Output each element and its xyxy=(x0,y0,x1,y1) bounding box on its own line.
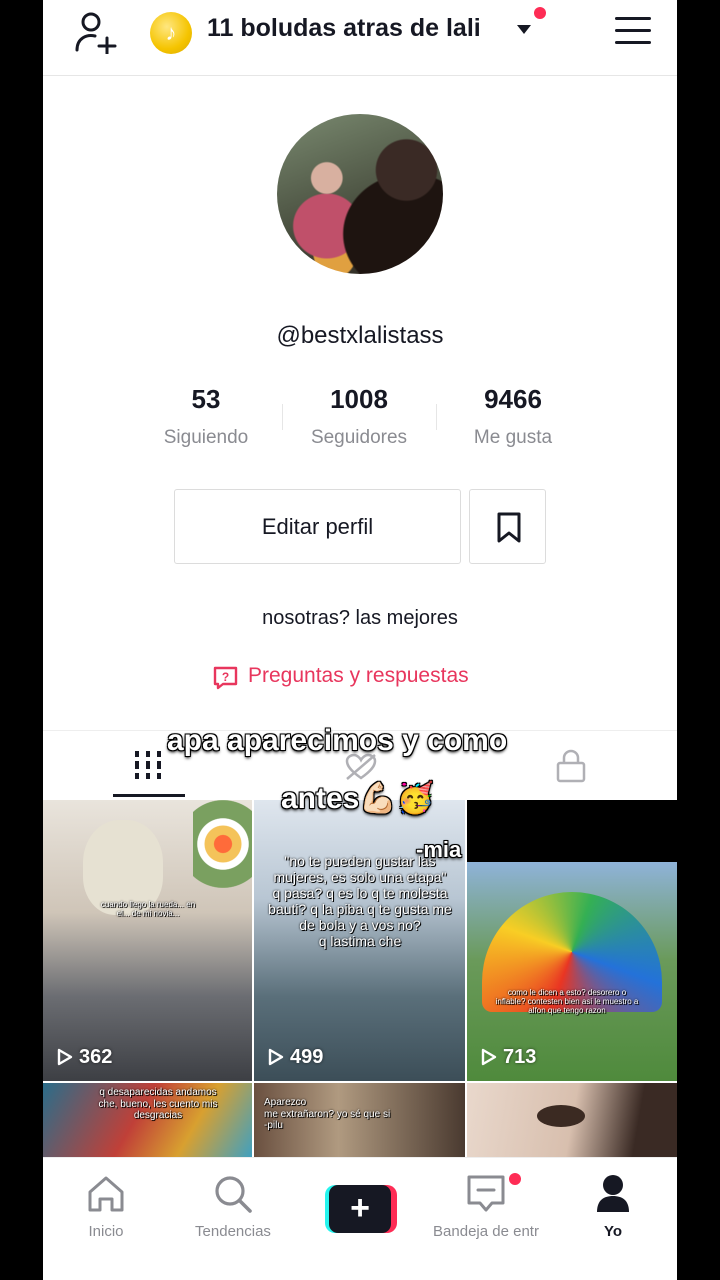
profile-screen: ♪ 11 boludas atras de lali @bestxlalista… xyxy=(43,0,677,1280)
svg-text:?: ? xyxy=(222,670,229,684)
bottom-nav: Inicio Tendencias + Bandeja de entr Yo xyxy=(43,1157,677,1280)
chevron-down-icon[interactable] xyxy=(517,25,531,34)
nav-discover[interactable]: Tendencias xyxy=(170,1174,296,1240)
video-caption: cuando llego la rueda... en el... de mi … xyxy=(100,900,196,919)
play-icon xyxy=(57,1048,73,1066)
stat-value: 53 xyxy=(191,384,221,414)
nav-label: Yo xyxy=(603,1223,623,1240)
nav-label: Inicio xyxy=(88,1223,124,1240)
view-count: 713 xyxy=(481,1046,536,1069)
view-count: 499 xyxy=(268,1046,323,1069)
top-bar: ♪ 11 boludas atras de lali xyxy=(43,0,677,76)
grid-icon[interactable] xyxy=(135,751,161,779)
video-thumb[interactable]: cuando llego la rueda... en el... de mi … xyxy=(43,800,252,1081)
video-caption: q desaparecidas andamos che, bueno, les … xyxy=(98,1087,218,1121)
nav-label: Bandeja de entr xyxy=(433,1223,539,1240)
flowers-image xyxy=(193,800,252,910)
create-button[interactable]: + xyxy=(325,1185,397,1233)
add-user-icon[interactable] xyxy=(73,10,119,54)
video-caption: Aparezco me extrañaron? yo sé que si -pi… xyxy=(264,1097,391,1131)
question-bubble-icon: ? xyxy=(213,666,238,690)
stat-value: 1008 xyxy=(330,384,388,414)
overlay-caption-line2: antes💪🏻🥳 xyxy=(281,782,435,815)
stat-label: Me gusta xyxy=(473,427,553,448)
view-count: 362 xyxy=(57,1046,112,1069)
video-caption: como le dicen a esto? desorero o inflabl… xyxy=(495,988,639,1016)
view-count-value: 713 xyxy=(503,1046,537,1068)
nav-profile[interactable]: Yo xyxy=(550,1174,676,1240)
video-thumb[interactable]: q desaparecidas andamos che, bueno, les … xyxy=(43,1083,252,1157)
stat-value: 9466 xyxy=(484,384,542,414)
edit-profile-button[interactable]: Editar perfil xyxy=(174,489,461,564)
divider xyxy=(282,404,283,430)
nav-home[interactable]: Inicio xyxy=(43,1174,169,1240)
nav-inbox[interactable]: Bandeja de entr xyxy=(423,1174,549,1240)
notification-dot xyxy=(534,7,546,19)
coin-icon[interactable]: ♪ xyxy=(150,12,192,54)
active-tab-indicator xyxy=(113,794,185,797)
video-thumb[interactable]: como le dicen a esto? desorero o inflabl… xyxy=(467,800,677,1081)
view-count-value: 362 xyxy=(79,1046,113,1068)
inbox-notification-dot xyxy=(509,1173,521,1185)
view-count-value: 499 xyxy=(290,1046,324,1068)
stat-following[interactable]: 53 Siguiendo xyxy=(136,384,276,449)
profile-bio: nosotras? las mejores xyxy=(262,607,458,629)
stat-label: Seguidores xyxy=(310,427,408,448)
qa-label: Preguntas y respuestas xyxy=(248,664,469,687)
video-caption: "no te pueden gustar las mujeres, es sol… xyxy=(268,853,452,950)
lock-icon[interactable] xyxy=(556,749,586,783)
bookmark-icon xyxy=(497,512,521,543)
overlay-signature: -mia xyxy=(416,837,462,862)
video-thumb[interactable] xyxy=(467,1083,677,1157)
stat-followers[interactable]: 1008 Seguidores xyxy=(289,384,429,449)
coin-glyph: ♪ xyxy=(165,20,177,45)
play-icon xyxy=(268,1048,284,1066)
favorites-button[interactable] xyxy=(469,489,546,564)
avatar[interactable] xyxy=(277,114,443,274)
inbox-icon xyxy=(467,1175,505,1212)
stat-label: Siguiendo xyxy=(163,427,249,448)
username: @bestxlalistass xyxy=(276,322,444,349)
profile-icon xyxy=(597,1175,629,1212)
account-switcher[interactable]: 11 boludas atras de lali xyxy=(207,14,481,43)
divider xyxy=(436,404,437,430)
video-thumb[interactable]: Aparezco me extrañaron? yo sé que si -pi… xyxy=(254,1083,465,1157)
menu-icon[interactable] xyxy=(615,17,651,45)
overlay-caption-line1: apa aparecimos y como xyxy=(167,724,508,757)
stat-likes[interactable]: 9466 Me gusta xyxy=(443,384,583,449)
play-icon xyxy=(481,1048,497,1066)
search-icon xyxy=(215,1176,252,1213)
nav-label: Tendencias xyxy=(195,1223,271,1240)
home-icon xyxy=(88,1176,124,1212)
eye-image xyxy=(537,1105,585,1127)
create-icon: + xyxy=(350,1189,370,1227)
